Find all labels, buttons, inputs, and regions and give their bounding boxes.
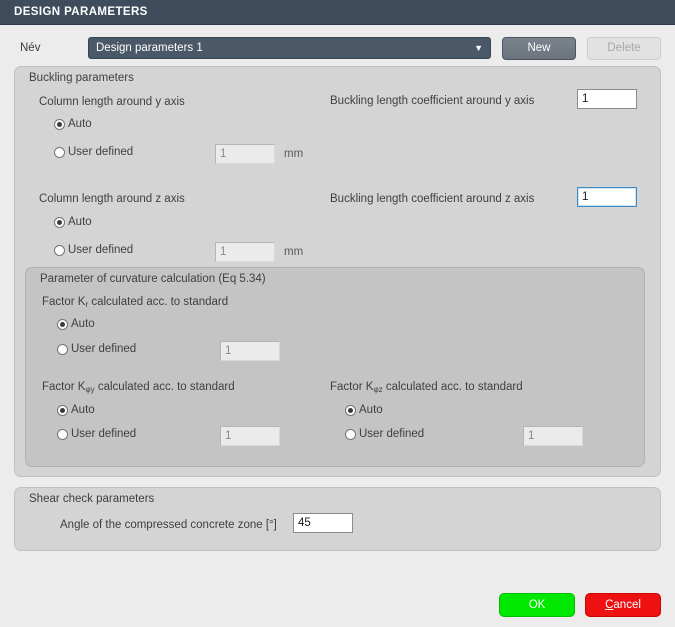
column-length-y-auto-label: Auto <box>68 118 92 130</box>
new-button[interactable]: New <box>502 36 576 60</box>
buckling-coefficient-z-input[interactable]: 1 <box>577 187 637 207</box>
ok-button[interactable]: OK <box>499 593 575 617</box>
compressed-zone-angle-input[interactable]: 45 <box>293 513 353 533</box>
cancel-label-rest: ancel <box>613 599 641 611</box>
shear-check-title: Shear check parameters <box>29 493 155 505</box>
column-length-z-input-row: 1 mm <box>215 242 303 262</box>
shear-check-group: Shear check parameters Angle of the comp… <box>14 487 661 551</box>
column-length-y-auto-radio[interactable]: Auto <box>54 118 92 130</box>
factor-kphiy-user-label: User defined <box>71 428 137 440</box>
factor-kphiz-user-radio[interactable]: User defined <box>345 428 424 440</box>
factor-kr-user-radio[interactable]: User defined <box>57 343 136 355</box>
radio-indicator-icon <box>57 404 68 416</box>
buckling-coefficient-y-input[interactable]: 1 <box>577 89 637 109</box>
factor-kr-auto-radio[interactable]: Auto <box>57 318 95 330</box>
buckling-coefficient-y-label: Buckling length coefficient around y axi… <box>330 95 535 107</box>
factor-kphiz-auto-label: Auto <box>359 404 383 416</box>
factor-kphiy-label: Factor Kφy calculated acc. to standard <box>42 381 235 394</box>
column-length-z-input[interactable]: 1 <box>215 242 275 262</box>
column-length-y-input-row: 1 mm <box>215 144 303 164</box>
curvature-parameters-group: Parameter of curvature calculation (Eq 5… <box>25 267 645 467</box>
factor-kr-user-label: User defined <box>71 343 137 355</box>
dialog-body: Név Design parameters 1 ▼ New Delete Buc… <box>0 26 675 627</box>
factor-kphiy-auto-label: Auto <box>71 404 95 416</box>
factor-kphiz-user-label: User defined <box>359 428 425 440</box>
design-parameters-select-value: Design parameters 1 <box>96 42 203 54</box>
column-length-y-unit: mm <box>284 148 304 160</box>
dialog-title: DESIGN PARAMETERS <box>14 6 148 18</box>
radio-indicator-icon <box>54 216 65 228</box>
compressed-zone-angle-label: Angle of the compressed concrete zone [°… <box>60 519 277 531</box>
factor-kr-label: Factor Kr calculated acc. to standard <box>42 296 229 309</box>
dialog-titlebar: DESIGN PARAMETERS <box>0 0 675 25</box>
column-length-y-user-label: User defined <box>68 146 134 158</box>
column-length-z-unit: mm <box>284 246 304 258</box>
buckling-parameters-title: Buckling parameters <box>29 72 134 84</box>
column-length-z-auto-radio[interactable]: Auto <box>54 216 92 228</box>
dialog-footer: OK Cancel <box>0 583 675 627</box>
name-label: Név <box>20 42 41 54</box>
chevron-down-icon: ▼ <box>474 42 483 53</box>
factor-kphiy-input[interactable]: 1 <box>220 426 280 446</box>
column-length-y-label: Column length around y axis <box>39 96 185 108</box>
design-parameters-select[interactable]: Design parameters 1 ▼ <box>88 37 491 59</box>
radio-indicator-icon <box>54 146 65 158</box>
column-length-y-input[interactable]: 1 <box>215 144 275 164</box>
name-row: Név Design parameters 1 ▼ New Delete <box>0 26 675 66</box>
radio-indicator-icon <box>345 404 356 416</box>
column-length-z-label: Column length around z axis <box>39 193 185 205</box>
factor-kphiz-auto-radio[interactable]: Auto <box>345 404 383 416</box>
factor-kphiz-input[interactable]: 1 <box>523 426 583 446</box>
buckling-coefficient-z-label: Buckling length coefficient around z axi… <box>330 193 535 205</box>
curvature-parameters-title: Parameter of curvature calculation (Eq 5… <box>40 273 266 285</box>
column-length-z-user-radio[interactable]: User defined <box>54 244 133 256</box>
factor-kphiy-user-radio[interactable]: User defined <box>57 428 136 440</box>
factor-kphiz-label: Factor Kφz calculated acc. to standard <box>330 381 523 394</box>
delete-button: Delete <box>587 36 661 60</box>
column-length-z-user-label: User defined <box>68 244 134 256</box>
column-length-z-auto-label: Auto <box>68 216 92 228</box>
radio-indicator-icon <box>57 343 68 355</box>
buckling-parameters-group: Buckling parameters Column length around… <box>14 66 661 477</box>
column-length-y-user-radio[interactable]: User defined <box>54 146 133 158</box>
radio-indicator-icon <box>54 118 65 130</box>
cancel-accelerator: C <box>605 599 614 611</box>
cancel-button[interactable]: Cancel <box>585 593 661 617</box>
radio-indicator-icon <box>57 318 68 330</box>
factor-kr-auto-label: Auto <box>71 318 95 330</box>
radio-indicator-icon <box>54 244 65 256</box>
factor-kphiy-auto-radio[interactable]: Auto <box>57 404 95 416</box>
radio-indicator-icon <box>345 428 356 440</box>
radio-indicator-icon <box>57 428 68 440</box>
factor-kr-input[interactable]: 1 <box>220 341 280 361</box>
